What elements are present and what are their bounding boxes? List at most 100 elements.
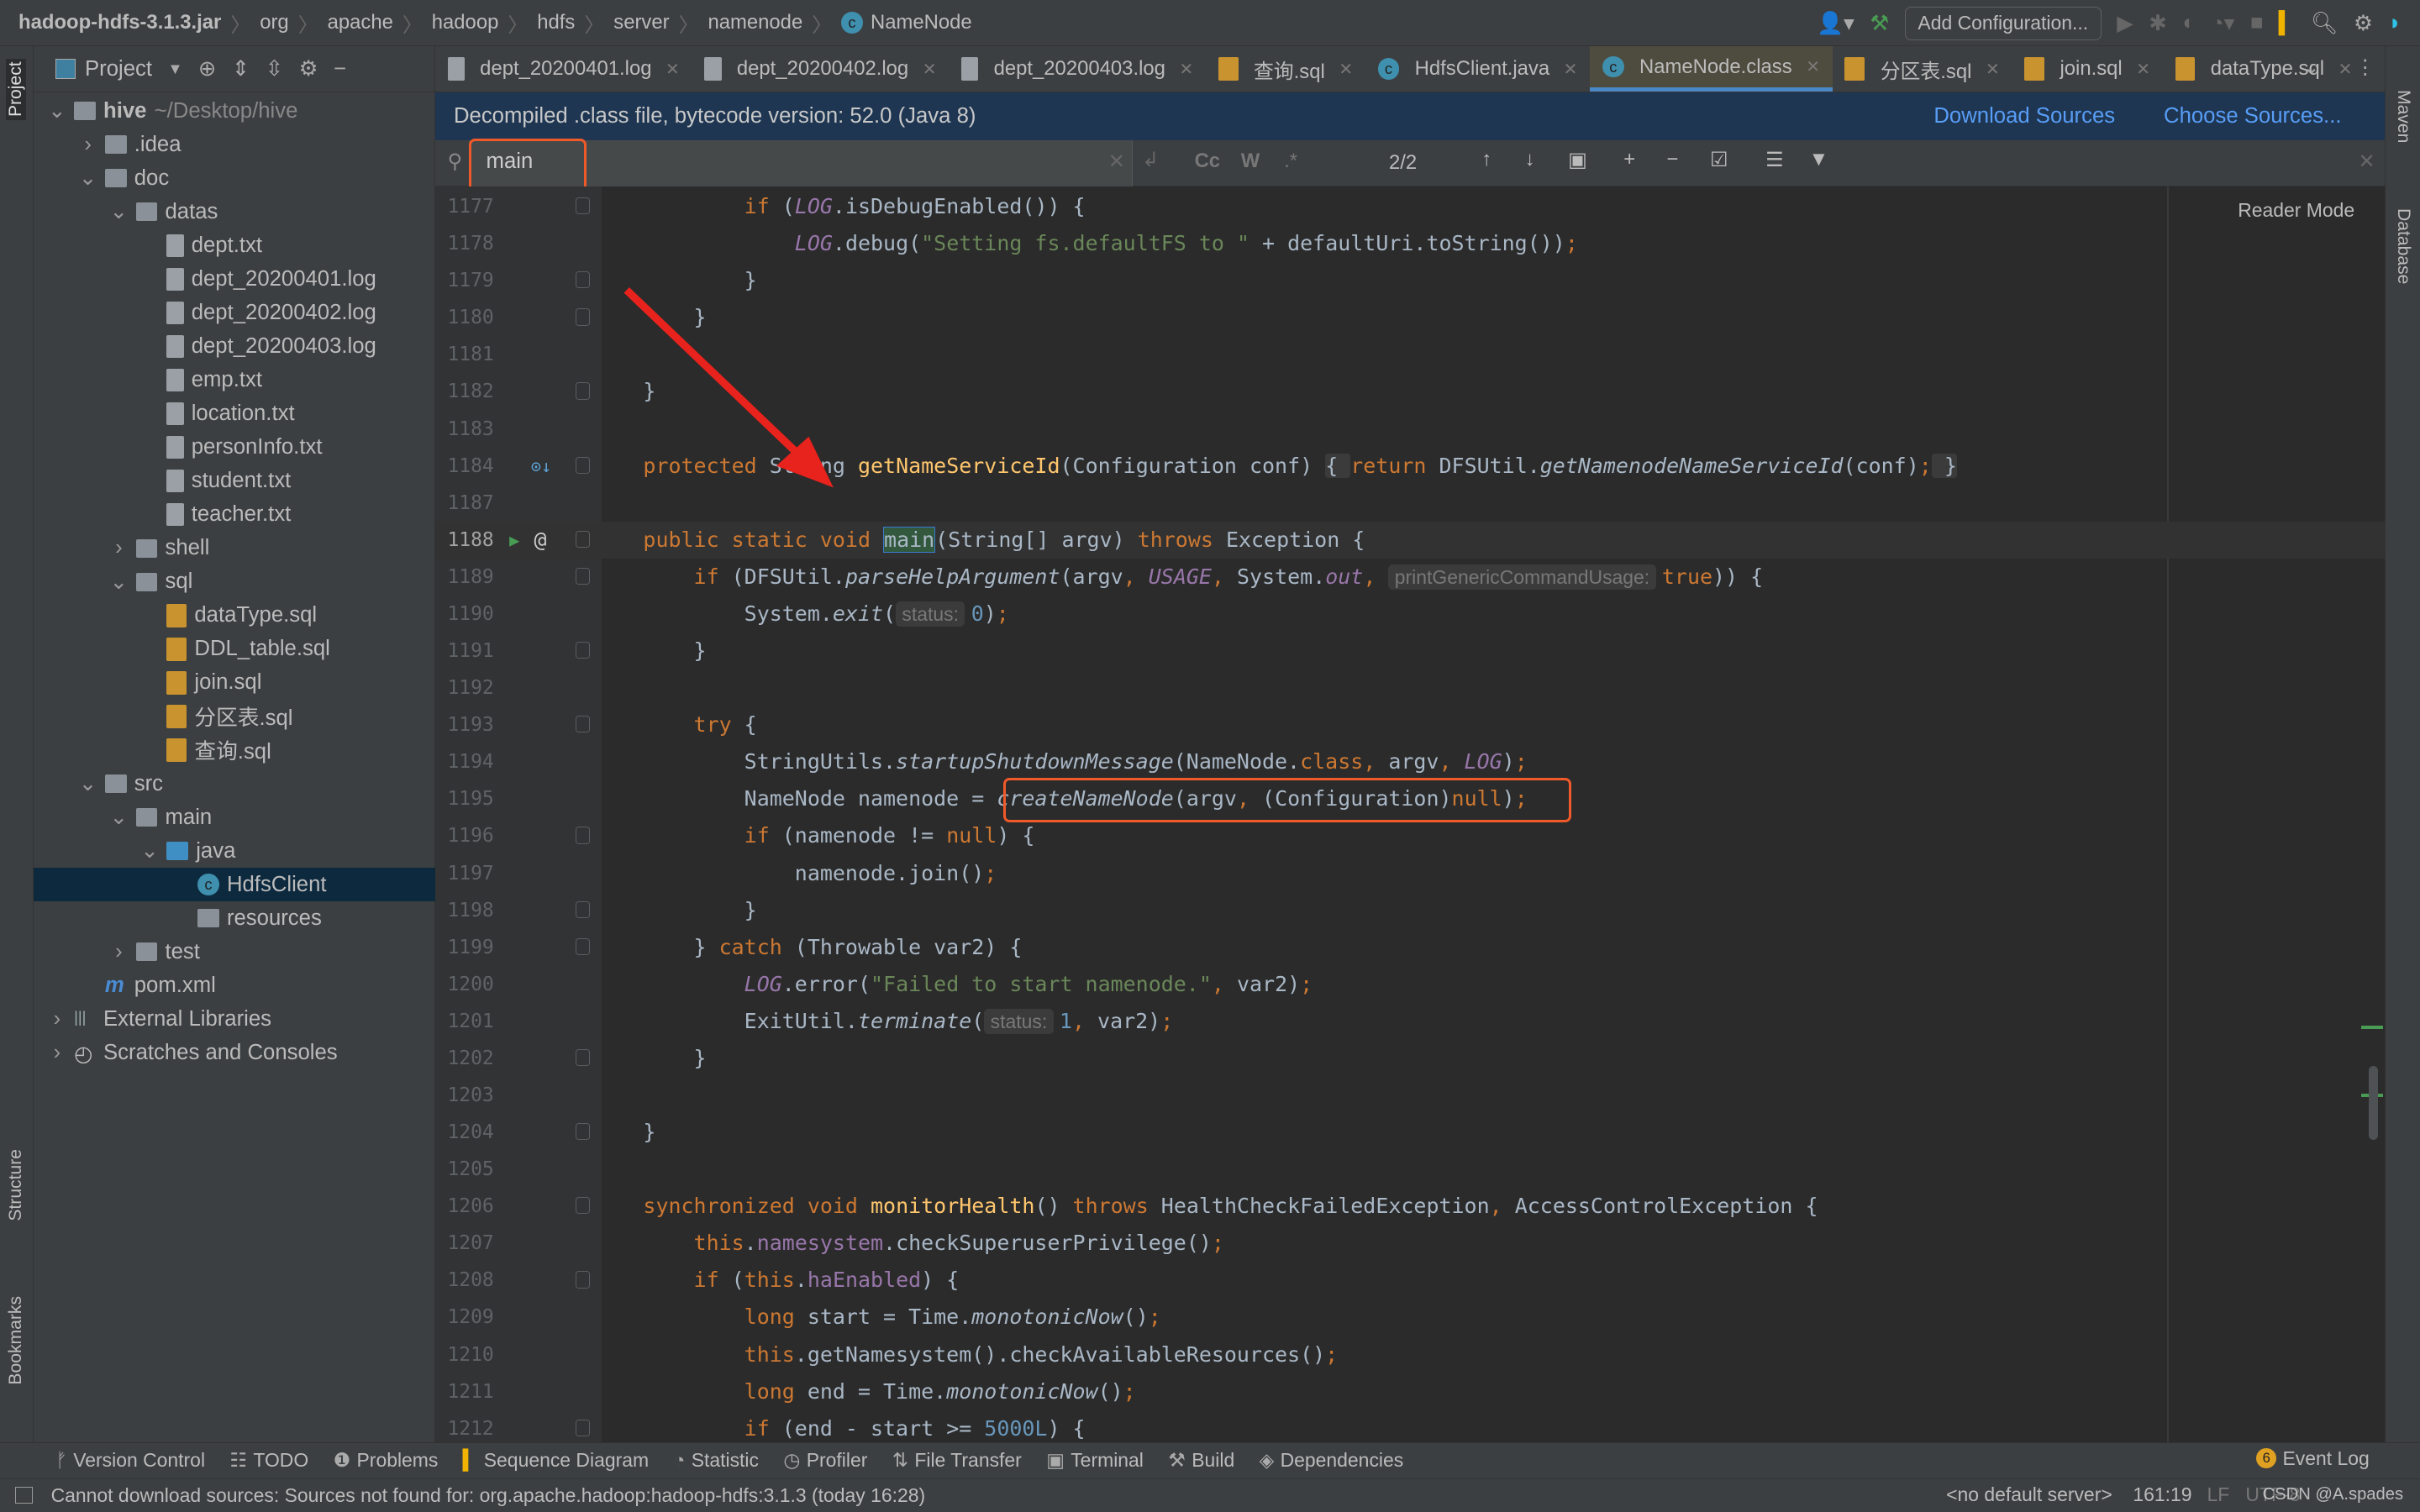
project-tool-button[interactable]: Project [6,58,27,120]
code-line[interactable]: 1179 } [435,262,2385,299]
tree-item-hive[interactable]: ⌄ hive ~/Desktop/hive [34,94,297,128]
minimize-icon[interactable]: − [334,57,346,81]
tree-item-test[interactable]: › test [34,935,200,969]
filter-icon[interactable]: ▼ [1809,148,1829,171]
newline-icon[interactable]: ↲ [1142,148,1159,172]
code-editor[interactable]: 1177 if (LOG.isDebugEnabled()) {1178 LOG… [434,186,2385,1443]
code-line[interactable]: 1193 try { [435,706,2385,743]
code-line[interactable]: 1187 [435,485,2385,522]
fold-marker-icon[interactable] [576,1123,590,1141]
maven-tool-button[interactable]: Maven [2393,90,2413,143]
tab-datatype-sql[interactable]: dataType.sql ✕ [2163,46,2365,92]
filter-options-icon[interactable]: ☰ [1765,148,1783,172]
locate-icon[interactable]: ⊕ [198,56,217,81]
previous-occurrence-icon[interactable]: ↑ [1481,148,1491,171]
tree-item-hdfsclient[interactable]: c HdfsClient [34,867,435,902]
chevron-right-icon[interactable]: › [108,940,130,964]
chevron-down-icon[interactable]: ⌄ [139,838,160,864]
tree-item-datas[interactable]: ⌄ datas [34,195,218,228]
structure-tool-button[interactable]: Structure [6,1149,26,1221]
match-case-toggle[interactable]: Cc [1195,150,1221,173]
chevron-right-icon[interactable]: › [108,536,130,560]
close-tab-icon[interactable]: ✕ [1564,59,1578,80]
chevron-right-icon[interactable]: › [77,133,99,157]
tool-window-sequence-diagram[interactable]: ▍ Sequence Diagram [463,1449,649,1472]
stop-icon[interactable]: ■ [2250,11,2264,35]
tree-item-ddl-table-sql[interactable]: DDL_table.sql [34,633,330,666]
add-configuration-button[interactable]: Add Configuration... [1904,6,2102,40]
tree-item-shell[interactable]: › shell [34,532,209,565]
run-gutter-icon[interactable]: ▶ [509,522,519,559]
build-hammer-icon[interactable]: ⚒ [1870,11,1889,36]
tool-window-profiler[interactable]: ◷ Profiler [783,1449,867,1472]
tab-list-chevron-icon[interactable]: ⌄ [2302,55,2319,80]
tool-window-file-transfer[interactable]: ⇅ File Transfer [892,1449,1022,1472]
code-line[interactable]: 1182 } [435,373,2385,410]
fold-marker-icon[interactable] [576,1419,590,1436]
code-line[interactable]: 1180 } [435,299,2385,336]
more-icon[interactable]: ⋮ [2355,55,2375,80]
fold-marker-icon[interactable] [576,456,590,474]
fold-marker-icon[interactable] [576,1271,590,1289]
code-line[interactable]: 1199 } catch (Throwable var2) { [435,929,2385,966]
toggle-tool-windows-icon[interactable] [15,1487,33,1504]
code-line[interactable]: 1205 [435,1151,2385,1188]
tree-item-external-libraries[interactable]: › ||| External Libraries [34,1002,271,1036]
vertical-scrollbar[interactable] [2369,1066,2379,1141]
fold-marker-icon[interactable] [576,197,590,215]
code-line[interactable]: 1212 if (end - start >= 5000L) { [435,1410,2385,1443]
run-icon[interactable]: ▶ [2117,11,2133,36]
tree-item-emp-txt[interactable]: emp.txt [34,363,262,396]
code-line[interactable]: 1203 [435,1077,2385,1114]
tree-item-location-txt[interactable]: location.txt [34,396,295,430]
code-line[interactable]: 1181 [435,336,2385,373]
breadcrumb-item[interactable]: org [260,11,288,34]
fold-marker-icon[interactable] [576,900,590,918]
database-tool-button[interactable]: Database [2393,208,2413,284]
close-tab-icon[interactable]: ✕ [1986,59,2000,80]
close-tab-icon[interactable]: ✕ [1806,56,1820,77]
code-line[interactable]: 1178 LOG.debug("Setting fs.defaultFS to … [435,225,2385,262]
code-line[interactable]: 1194 StringUtils.startupShutdownMessage(… [435,743,2385,780]
select-occurrences-icon[interactable]: ☑ [1710,148,1728,172]
tree-item-resources[interactable]: resources [34,901,322,935]
caret-position[interactable]: 161:19 [2133,1483,2191,1506]
fold-marker-icon[interactable] [576,271,590,289]
tree-item-dept-20200403-log[interactable]: dept_20200403.log [34,329,376,363]
reader-mode-button[interactable]: Reader Mode [2238,199,2354,222]
chevron-down-icon[interactable]: ⌄ [108,570,130,595]
download-sources-link[interactable]: Download Sources [1933,104,2115,129]
chevron-down-icon[interactable]: ⌄ [77,771,99,796]
fold-marker-icon[interactable] [576,530,590,549]
coverage-icon[interactable]: ◐ [2182,11,2196,35]
fold-marker-icon[interactable] [576,382,590,400]
code-line[interactable]: 1202 } [435,1040,2385,1077]
tree-item-datatype-sql[interactable]: dataType.sql [34,599,317,633]
code-line[interactable]: 1208 if (this.haEnabled) { [435,1262,2385,1299]
next-occurrence-icon[interactable]: ↓ [1525,148,1535,171]
tree-item-java[interactable]: ⌄ java [34,834,235,868]
tree-item-personinfo-txt[interactable]: personInfo.txt [34,430,322,464]
breadcrumb-item[interactable]: server [613,11,669,34]
code-line[interactable]: 1192 [435,669,2385,706]
gear-icon[interactable]: ⚙ [299,56,318,81]
tree-item-pom-xml[interactable]: m pom.xml [34,969,216,1002]
chevron-down-icon[interactable]: ⌄ [108,805,130,830]
event-log-button[interactable]: 6 Event Log [2256,1447,2370,1470]
tree-item-sql[interactable]: ⌄ sql [34,565,193,599]
breadcrumb-item[interactable]: hadoop-hdfs-3.1.3.jar [18,11,221,34]
fold-marker-icon[interactable] [576,308,590,326]
code-line[interactable]: 1201 ExitUtil.terminate(status: 1, var2); [435,1003,2385,1040]
gear-icon[interactable]: ⚙ [2354,11,2373,36]
clear-icon[interactable]: ✕ [1108,150,1125,174]
code-line[interactable]: 1191 } [435,633,2385,669]
chevron-down-icon[interactable]: ⌄ [46,98,68,123]
tool-window-terminal[interactable]: ▣ Terminal [1046,1449,1144,1472]
tab-dept-20200402-log[interactable]: dept_20200402.log ✕ [692,46,950,92]
close-find-icon[interactable]: ✕ [2358,150,2375,174]
close-tab-icon[interactable]: ✕ [923,59,937,80]
select-all-occurrences-icon[interactable]: ▣ [1568,148,1587,172]
tree-item--idea[interactable]: › .idea [34,128,181,161]
tree-item-scratches-and-consoles[interactable]: › ◴ Scratches and Consoles [34,1036,338,1069]
tab--sql[interactable]: 查询.sql ✕ [1206,46,1365,92]
